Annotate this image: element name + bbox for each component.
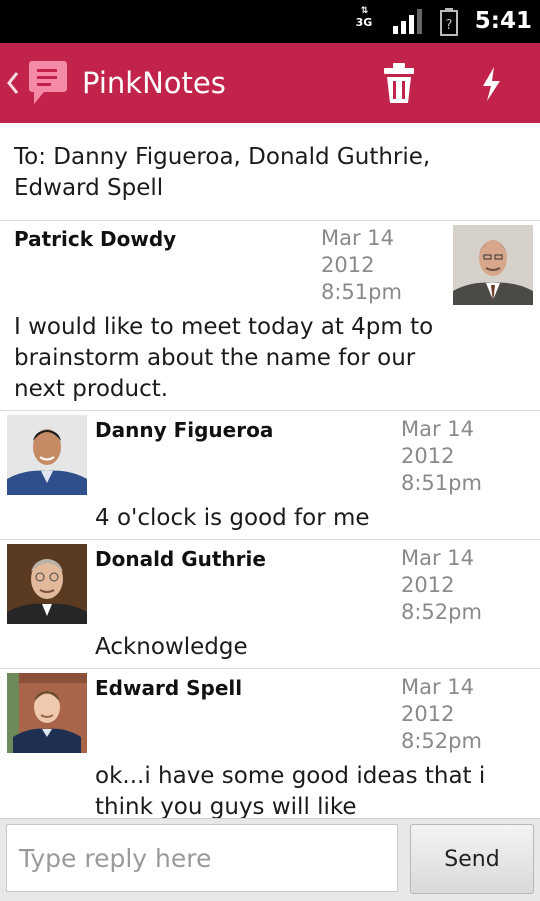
message-year: 2012 [401, 573, 455, 597]
sender-name: Patrick Dowdy [14, 227, 177, 251]
back-chevron-icon[interactable] [6, 70, 20, 100]
network-type: 3G [355, 16, 373, 29]
message-item[interactable]: Patrick Dowdy Mar 14 2012 8:51pm I would… [0, 221, 540, 410]
avatar [7, 673, 87, 753]
avatar [453, 225, 533, 305]
svg-text:?: ? [446, 18, 453, 33]
status-bar: ⇅ 3G ? 5:41 [0, 0, 540, 43]
message-text: I would like to meet today at 4pm to bra… [14, 314, 434, 402]
clock: 5:41 [474, 8, 532, 34]
pinknotes-logo-icon[interactable] [28, 58, 68, 110]
avatar [7, 415, 87, 495]
data-transfer-icon: ⇅ 3G [355, 6, 373, 29]
flash-icon[interactable] [470, 61, 512, 107]
message-item[interactable]: Danny Figueroa Mar 14 2012 8:51pm 4 o'cl… [0, 411, 540, 539]
sender-name: Danny Figueroa [95, 418, 274, 442]
signal-icon [392, 9, 424, 39]
message-text: 4 o'clock is good for me [95, 505, 370, 531]
message-time: 8:52pm [401, 600, 482, 624]
message-text: ok...i have some good ideas that i think… [95, 763, 486, 818]
message-item[interactable]: Edward Spell Mar 14 2012 8:52pm ok...i h… [0, 669, 540, 818]
avatar [7, 544, 87, 624]
message-item[interactable]: Donald Guthrie Mar 14 2012 8:52pm Acknow… [0, 540, 540, 668]
message-date: Mar 14 [321, 226, 395, 250]
app-title: PinkNotes [82, 66, 226, 100]
trash-icon[interactable] [378, 61, 420, 107]
reply-input[interactable] [6, 824, 398, 892]
message-time: 8:51pm [321, 280, 402, 304]
message-year: 2012 [401, 702, 455, 726]
sender-name: Donald Guthrie [95, 547, 266, 571]
battery-icon: ? [440, 8, 458, 40]
sender-name: Edward Spell [95, 676, 243, 700]
reply-composer: Send [0, 818, 540, 901]
message-text: Acknowledge [95, 634, 248, 660]
message-year: 2012 [321, 253, 375, 277]
send-button[interactable]: Send [410, 824, 534, 894]
message-date: Mar 14 [401, 546, 475, 570]
message-year: 2012 [401, 444, 455, 468]
message-time: 8:52pm [401, 729, 482, 753]
app-bar: PinkNotes [0, 43, 540, 123]
message-date: Mar 14 [401, 417, 475, 441]
message-time: 8:51pm [401, 471, 482, 495]
recipients-line: To: Danny Figueroa, Donald Guthrie, Edwa… [14, 144, 431, 201]
message-date: Mar 14 [401, 675, 475, 699]
